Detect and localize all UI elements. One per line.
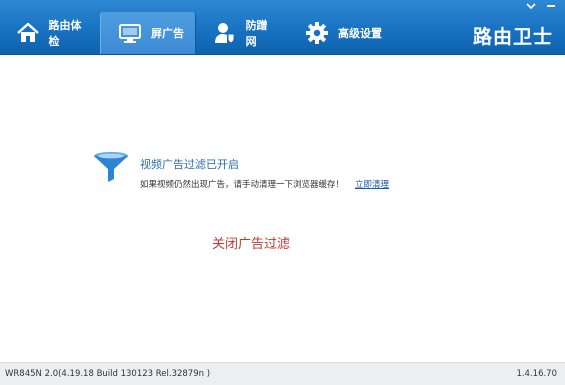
close-ad-filter-button[interactable]: 关闭广告过滤 [212,233,290,252]
tab-label: 防蹭网 [245,19,268,48]
firmware-version: WR845N 2.0(4.19.18 Build 130123 Rel.3287… [5,369,211,379]
tab-block-ads[interactable]: 屏广告 [100,12,196,54]
close-icon[interactable] [543,2,559,14]
tab-label: 高级设置 [338,27,382,40]
status-bar: WR845N 2.0(4.19.18 Build 130123 Rel.3287… [0,362,565,385]
minimize-icon[interactable] [523,2,539,14]
clear-cache-link[interactable]: 立即清理 [355,178,389,190]
ad-filter-panel: 视频广告过滤已开启 如果视频仍然出现广告，请手动清理一下浏览器缓存！ 立即清理 … [0,56,565,361]
tab-anti-leech[interactable]: 防蹭网 [196,12,288,54]
user-shield-icon [212,20,238,46]
monitor-icon [117,20,143,46]
tab-label: 路由体检 [48,19,82,48]
main-tabs: 路由体检 屏广告 防蹭网 高级设置 [0,12,398,54]
tab-advanced-settings[interactable]: 高级设置 [288,12,398,54]
filter-icon [92,151,130,189]
cache-hint: 如果视频仍然出现广告，请手动清理一下浏览器缓存！ [140,180,345,190]
home-icon [16,20,41,46]
brand-logo: 路由卫士 [472,26,553,48]
tab-router-checkup[interactable]: 路由体检 [0,12,100,54]
tab-label: 屏广告 [151,27,184,40]
gear-icon [304,20,330,46]
top-bar: 路由体检 屏广告 防蹭网 高级设置 路由卫士 [0,0,565,55]
status-title: 视频广告过滤已开启 [140,158,239,171]
window-controls [523,2,559,14]
app-version: 1.4.16.70 [516,369,557,379]
